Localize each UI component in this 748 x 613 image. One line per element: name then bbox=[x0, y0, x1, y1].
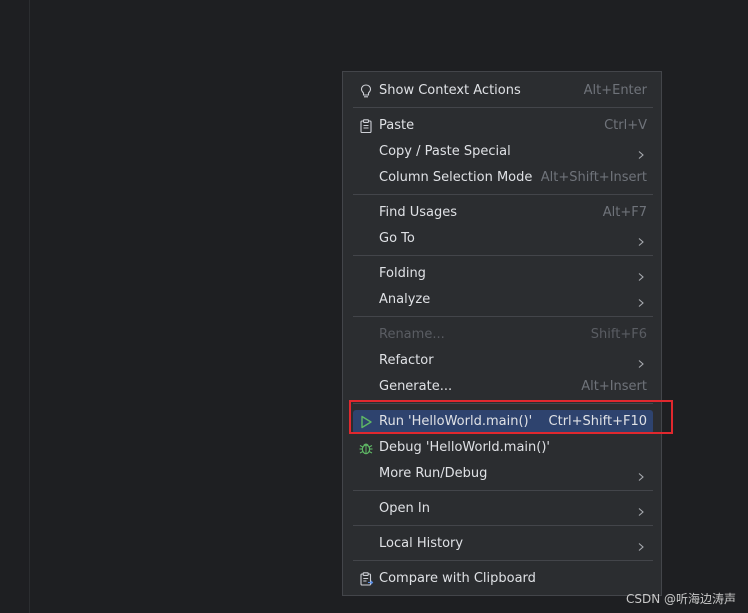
menu-item-label: Analyze bbox=[379, 292, 431, 307]
menu-item-label: Debug 'HelloWorld.main()' bbox=[379, 440, 550, 455]
menu-item-shortcut: Shift+F6 bbox=[590, 327, 647, 342]
compare-clipboard-icon bbox=[358, 571, 374, 587]
editor-context-menu: Show Context Actions Alt+Enter Paste Ctr… bbox=[342, 71, 662, 596]
menu-item-label: Rename... bbox=[379, 327, 445, 342]
debug-bug-icon bbox=[358, 440, 374, 456]
menu-item-copy-paste-special[interactable]: Copy / Paste Special bbox=[353, 140, 653, 164]
menu-item-label: Refactor bbox=[379, 353, 434, 368]
chevron-right-icon bbox=[637, 357, 645, 368]
menu-item-column-selection-mode[interactable]: Column Selection Mode Alt+Shift+Insert bbox=[353, 166, 653, 190]
menu-separator bbox=[353, 316, 653, 317]
menu-item-go-to[interactable]: Go To bbox=[353, 227, 653, 251]
chevron-right-icon bbox=[637, 540, 645, 551]
menu-item-shortcut: Alt+Enter bbox=[583, 83, 647, 98]
menu-item-label: Show Context Actions bbox=[379, 83, 521, 98]
menu-item-open-in[interactable]: Open In bbox=[353, 497, 653, 521]
menu-separator bbox=[353, 560, 653, 561]
chevron-right-icon bbox=[637, 270, 645, 281]
menu-item-show-context-actions[interactable]: Show Context Actions Alt+Enter bbox=[353, 79, 653, 103]
menu-item-rename: Rename... Shift+F6 bbox=[353, 323, 653, 347]
menu-item-paste[interactable]: Paste Ctrl+V bbox=[353, 114, 653, 138]
red-highlight-annotation bbox=[349, 400, 673, 434]
menu-item-local-history[interactable]: Local History bbox=[353, 532, 653, 556]
chevron-right-icon bbox=[637, 296, 645, 307]
menu-item-label: More Run/Debug bbox=[379, 466, 488, 481]
menu-separator bbox=[353, 107, 653, 108]
menu-item-shortcut: Alt+F7 bbox=[602, 205, 647, 220]
menu-item-compare-with-clipboard[interactable]: Compare with Clipboard bbox=[353, 567, 653, 591]
menu-item-label: Copy / Paste Special bbox=[379, 144, 511, 159]
menu-item-find-usages[interactable]: Find Usages Alt+F7 bbox=[353, 201, 653, 225]
menu-item-label: Go To bbox=[379, 231, 415, 246]
chevron-right-icon bbox=[637, 235, 645, 246]
chevron-right-icon bbox=[637, 148, 645, 159]
chevron-right-icon bbox=[637, 470, 645, 481]
menu-item-generate[interactable]: Generate... Alt+Insert bbox=[353, 375, 653, 399]
chevron-right-icon bbox=[637, 505, 645, 516]
menu-item-label: Compare with Clipboard bbox=[379, 571, 536, 586]
menu-item-label: Column Selection Mode bbox=[379, 170, 533, 185]
menu-item-label: Folding bbox=[379, 266, 426, 281]
clipboard-icon bbox=[358, 118, 374, 134]
menu-item-folding[interactable]: Folding bbox=[353, 262, 653, 286]
editor-gutter-line bbox=[29, 0, 30, 613]
menu-separator bbox=[353, 255, 653, 256]
menu-item-debug-main[interactable]: Debug 'HelloWorld.main()' bbox=[353, 436, 653, 460]
menu-item-shortcut: Ctrl+V bbox=[604, 118, 647, 133]
menu-separator bbox=[353, 525, 653, 526]
menu-item-refactor[interactable]: Refactor bbox=[353, 349, 653, 373]
menu-item-shortcut: Alt+Shift+Insert bbox=[540, 170, 647, 185]
menu-item-label: Find Usages bbox=[379, 205, 458, 220]
menu-item-label: Open In bbox=[379, 501, 430, 516]
menu-item-shortcut: Alt+Insert bbox=[581, 379, 647, 394]
lightbulb-icon bbox=[358, 83, 374, 99]
menu-item-label: Local History bbox=[379, 536, 464, 551]
menu-item-label: Paste bbox=[379, 118, 415, 133]
menu-item-more-run-debug[interactable]: More Run/Debug bbox=[353, 462, 653, 486]
watermark: CSDN @听海边涛声 bbox=[625, 592, 736, 606]
menu-item-label: Generate... bbox=[379, 379, 453, 394]
menu-item-analyze[interactable]: Analyze bbox=[353, 288, 653, 312]
menu-separator bbox=[353, 490, 653, 491]
menu-separator bbox=[353, 194, 653, 195]
